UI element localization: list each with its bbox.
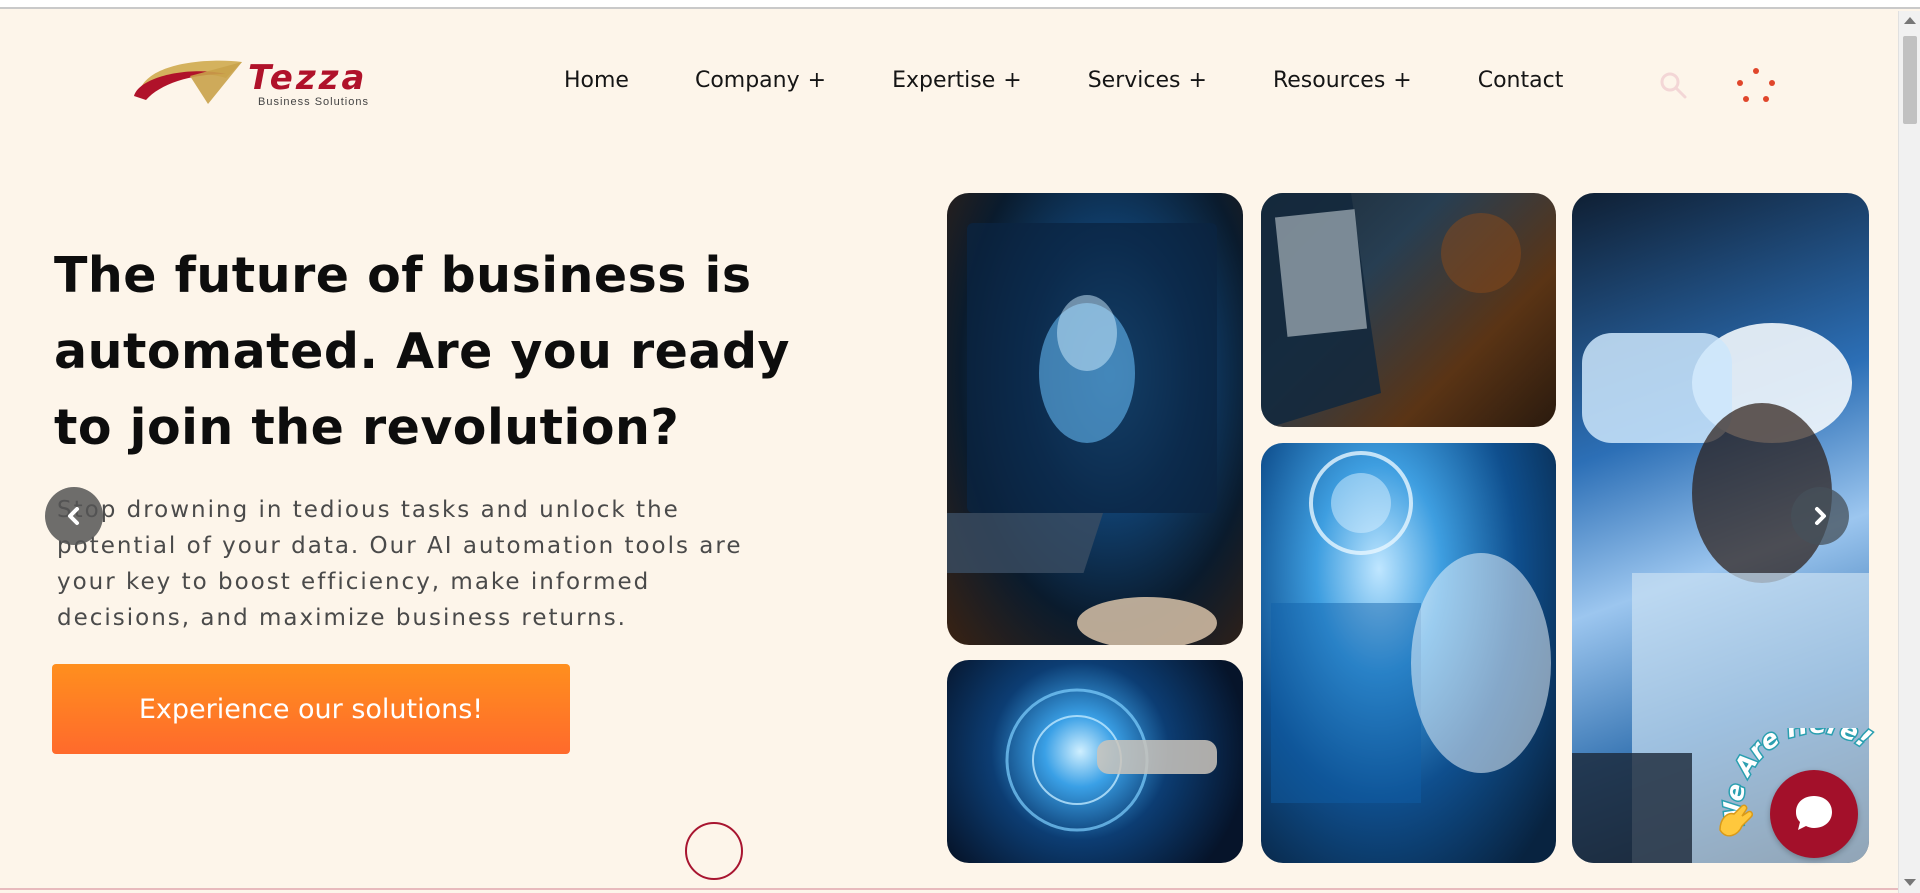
plus-icon: + bbox=[1003, 68, 1022, 93]
nav-item-label: Services bbox=[1087, 68, 1181, 93]
ai-laptop-image bbox=[947, 193, 1243, 645]
plus-icon: + bbox=[1393, 68, 1412, 93]
main-nav: Home Company + Expertise + Services + Re… bbox=[564, 68, 1563, 93]
nav-item-label: Resources bbox=[1272, 68, 1386, 93]
chevron-left-icon bbox=[68, 507, 79, 525]
page-bottom-divider bbox=[0, 888, 1898, 890]
scroll-up-arrow-icon[interactable] bbox=[1904, 17, 1916, 24]
dots-menu-icon[interactable] bbox=[1734, 66, 1778, 106]
brand-logo[interactable]: Tezza Business Solutions bbox=[130, 52, 410, 112]
browser-top-edge bbox=[0, 0, 1920, 9]
nav-item-services[interactable]: Services + bbox=[1088, 68, 1207, 93]
hero-title: The future of business is automated. Are… bbox=[54, 247, 790, 456]
carousel-prev-button[interactable] bbox=[45, 487, 103, 545]
scroll-down-arrow-icon[interactable] bbox=[1904, 879, 1916, 886]
scrollbar-thumb[interactable] bbox=[1903, 36, 1917, 124]
logo-swoosh-icon bbox=[134, 60, 242, 104]
scroll-indicator[interactable] bbox=[685, 822, 743, 880]
nav-item-expertise[interactable]: Expertise + bbox=[892, 68, 1022, 93]
screen-closeup-image bbox=[1261, 193, 1556, 427]
nav-item-label: Home bbox=[564, 68, 629, 93]
plus-icon: + bbox=[1188, 68, 1207, 93]
chat-button[interactable] bbox=[1770, 770, 1858, 858]
chevron-right-icon bbox=[1815, 507, 1826, 525]
plus-icon: + bbox=[807, 68, 827, 93]
nav-item-company[interactable]: Company + bbox=[695, 68, 826, 93]
nav-item-label: Expertise bbox=[892, 68, 996, 93]
logo-tagline: Business Solutions bbox=[258, 96, 369, 108]
nav-item-label: Contact bbox=[1477, 68, 1564, 93]
nav-item-contact[interactable]: Contact bbox=[1478, 68, 1564, 93]
experience-solutions-button[interactable]: Experience our solutions! bbox=[52, 664, 570, 754]
nav-item-label: Company bbox=[694, 68, 800, 93]
waving-hand-icon bbox=[1719, 804, 1753, 837]
chat-bubble-icon bbox=[1796, 796, 1832, 830]
nav-item-resources[interactable]: Resources + bbox=[1273, 68, 1412, 93]
page-scrollbar[interactable] bbox=[1898, 11, 1920, 893]
nav-item-home[interactable]: Home bbox=[564, 68, 629, 93]
logo-wordmark: Tezza bbox=[248, 58, 368, 98]
hero-description: Stop drowning in tedious tasks and unloc… bbox=[57, 497, 743, 631]
hologram-touch-image bbox=[1261, 443, 1556, 863]
carousel-next-button[interactable] bbox=[1791, 487, 1849, 545]
robot-hand-image bbox=[947, 660, 1243, 863]
search-icon[interactable] bbox=[1658, 70, 1688, 100]
